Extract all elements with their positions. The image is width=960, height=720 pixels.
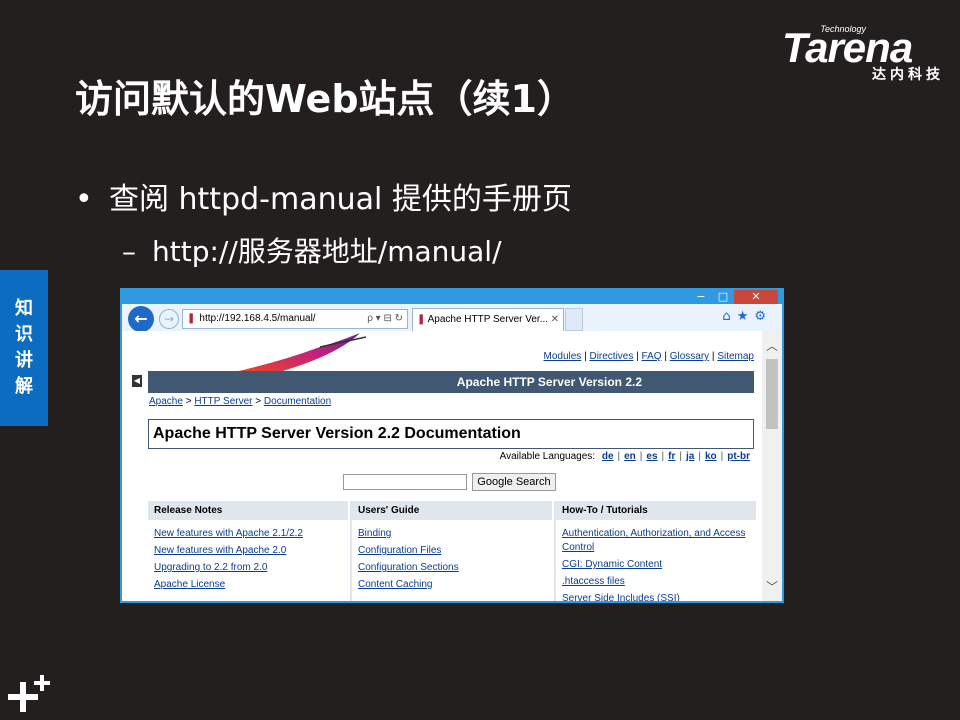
list-item-link[interactable]: Authentication, Authorization, and Acces… [562, 527, 750, 555]
list-item-link[interactable]: Upgrading to 2.2 from 2.0 [154, 561, 342, 575]
column-heading: Users' Guide [352, 501, 552, 520]
lang-en[interactable]: en [624, 451, 636, 462]
column-release-notes: Release Notes New features with Apache 2… [148, 501, 348, 601]
back-arrow-icon[interactable]: ← [128, 306, 154, 332]
side-tab-char: 识 [15, 324, 33, 345]
list-item-link[interactable]: New features with Apache 2.0 [154, 544, 342, 558]
tarena-logo: Technology Tarena 达内科技 [782, 24, 944, 83]
bullet-level2: – http://服务器地址/manual/ [122, 232, 502, 272]
column-howto-tutorials: How-To / Tutorials Authentication, Autho… [556, 501, 756, 601]
languages-label: Available Languages: [499, 451, 596, 462]
link-modules[interactable]: Modules [544, 351, 582, 362]
side-tab-char: 知 [15, 298, 33, 319]
breadcrumb-http-server[interactable]: HTTP Server [194, 396, 252, 407]
documentation-title: Apache HTTP Server Version 2.2 Documenta… [148, 419, 754, 449]
lang-ja[interactable]: ja [686, 451, 694, 462]
slide-title: 访问默认的Web站点（续1） [75, 77, 575, 121]
side-tab-char: 解 [15, 376, 33, 397]
lang-fr[interactable]: fr [668, 451, 675, 462]
scroll-down-icon[interactable]: ﹀ [762, 578, 782, 595]
header-banner: Apache HTTP Server Version 2.2 [148, 371, 754, 393]
minimize-button[interactable]: − [690, 290, 712, 304]
bullet-level2-text: http://服务器地址/manual/ [152, 235, 502, 268]
logo-chinese-text: 达内科技 [872, 67, 944, 83]
collapse-arrow-icon[interactable]: ◀ [132, 375, 142, 387]
browser-nav-icons: ⌂★⚙ [722, 308, 772, 326]
new-tab-button[interactable] [565, 308, 583, 331]
breadcrumb-documentation[interactable]: Documentation [264, 396, 331, 407]
close-window-button[interactable]: ✕ [734, 290, 778, 304]
bullet-dash: – [122, 235, 136, 268]
maximize-button[interactable]: □ [712, 290, 734, 304]
apache-favicon-icon: ❚ [417, 314, 428, 325]
breadcrumb-apache[interactable]: Apache [149, 396, 183, 407]
home-icon[interactable]: ⌂ [722, 309, 736, 324]
list-item-link[interactable]: Apache License [154, 578, 342, 592]
bullet-dot: • [75, 182, 93, 217]
address-url: http://192.168.4.5/manual/ [199, 313, 316, 324]
settings-gear-icon[interactable]: ⚙ [754, 309, 772, 324]
link-sitemap[interactable]: Sitemap [717, 351, 754, 362]
link-faq[interactable]: FAQ [642, 351, 662, 362]
link-glossary[interactable]: Glossary [670, 351, 709, 362]
list-item-link[interactable]: New features with Apache 2.1/2.2 [154, 527, 342, 541]
list-item-link[interactable]: Content Caching [358, 578, 546, 592]
vertical-scrollbar[interactable]: ︿ ﹀ [762, 331, 782, 601]
tab-label: Apache HTTP Server Ver... [427, 314, 549, 325]
lang-de[interactable]: de [602, 451, 614, 462]
column-heading: How-To / Tutorials [556, 501, 756, 520]
list-item-link[interactable]: CGI: Dynamic Content [562, 558, 750, 572]
browser-window: − □ ✕ ← → ❚ http://192.168.4.5/manual/ ρ … [120, 288, 784, 603]
forward-arrow-icon[interactable]: → [159, 309, 179, 329]
list-item-link[interactable]: Server Side Includes (SSI) [562, 592, 750, 601]
side-tab-char: 讲 [15, 350, 33, 371]
side-tab-knowledge: 知 识 讲 解 [0, 270, 48, 426]
bullet-level1: • 查阅 httpd-manual 提供的手册页 [75, 180, 572, 220]
browser-navbar: ← → ❚ http://192.168.4.5/manual/ ρ ▾ ⊟ ↻ … [122, 304, 782, 332]
link-directives[interactable]: Directives [589, 351, 633, 362]
banner-title: Apache HTTP Server Version 2.2 [456, 375, 642, 389]
lang-ko[interactable]: ko [705, 451, 717, 462]
lang-es[interactable]: es [646, 451, 657, 462]
search-input[interactable] [343, 474, 467, 490]
favorites-star-icon[interactable]: ★ [737, 309, 755, 324]
lang-pt-br[interactable]: pt-br [727, 451, 750, 462]
plus-decoration-icon [8, 672, 52, 716]
tab-close-icon[interactable]: ✕ [551, 309, 559, 331]
scrollbar-thumb[interactable] [766, 359, 778, 429]
apache-favicon-icon: ❚ [187, 313, 196, 324]
browser-tab[interactable]: ❚ Apache HTTP Server Ver... ✕ [412, 308, 564, 331]
available-languages: Available Languages: de | en | es | fr | ja | ko | p… [499, 451, 750, 462]
address-tools-icons[interactable]: ρ ▾ ⊟ ↻ [367, 310, 403, 328]
window-controls: − □ ✕ [690, 290, 778, 304]
column-heading: Release Notes [148, 501, 348, 520]
google-search-button[interactable]: Google Search [472, 473, 556, 491]
list-item-link[interactable]: Binding [358, 527, 546, 541]
browser-page: Modules | Directives | FAQ | Glossary | … [122, 331, 762, 601]
breadcrumb: Apache > HTTP Server > Documentation [149, 396, 332, 407]
list-item-link[interactable]: Configuration Sections [358, 561, 546, 575]
column-users-guide: Users' Guide Binding Configuration Files… [352, 501, 552, 601]
top-nav-links: Modules | Directives | FAQ | Glossary | … [543, 351, 755, 362]
list-item-link[interactable]: Configuration Files [358, 544, 546, 558]
scroll-up-icon[interactable]: ︿ [762, 337, 782, 354]
bullet-level1-text: 查阅 httpd-manual 提供的手册页 [109, 182, 572, 217]
list-item-link[interactable]: .htaccess files [562, 575, 750, 589]
address-bar[interactable]: ❚ http://192.168.4.5/manual/ ρ ▾ ⊟ ↻ [182, 309, 408, 329]
